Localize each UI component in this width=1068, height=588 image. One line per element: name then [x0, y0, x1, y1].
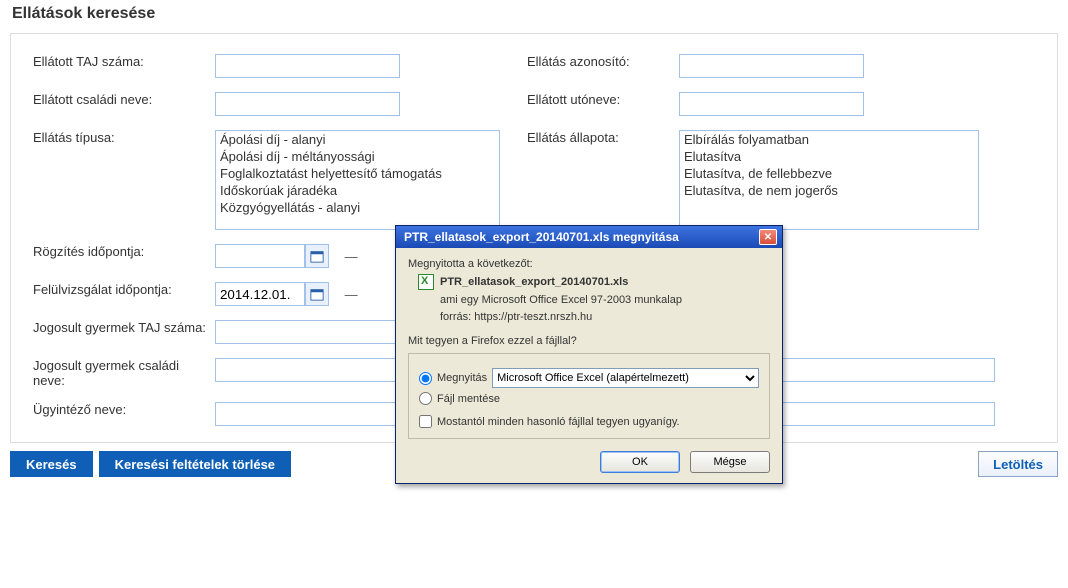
which-is-label: ami egy — [440, 294, 479, 306]
action-group: Megnyitás Microsoft Office Excel (alapér… — [408, 353, 770, 439]
list-item[interactable]: Ápolási díj - alanyi — [216, 131, 499, 148]
tipus-listbox[interactable]: Ápolási díj - alanyi Ápolási díj - méltá… — [215, 130, 500, 230]
source-label: forrás: — [440, 311, 471, 323]
page-title: Ellátások keresése — [10, 5, 1058, 23]
tipus-label: Ellátás típusa: — [33, 130, 115, 145]
xls-icon — [418, 274, 434, 290]
utoneve-input[interactable] — [679, 92, 864, 116]
gyerek-taj-label: Jogosult gyermek TAJ száma: — [33, 320, 206, 335]
list-item[interactable]: Időskorúak járadéka — [216, 182, 499, 199]
remember-label: Mostantól minden hasonló fájllal tegyen … — [437, 416, 680, 428]
gyerek-taj-input[interactable] — [215, 320, 400, 344]
ugyintezo-label: Ügyintéző neve: — [33, 402, 126, 417]
opened-label: Megnyitotta a következőt: — [408, 258, 770, 270]
list-item[interactable]: Közgyógyellátás - alanyi — [216, 199, 499, 216]
dialog-title: PTR_ellatasok_export_20140701.xls megnyi… — [404, 230, 759, 244]
question-label: Mit tegyen a Firefox ezzel a fájllal? — [408, 335, 770, 347]
rogzites-from-input[interactable] — [215, 244, 305, 268]
csaladi-label: Ellátott családi neve: — [33, 92, 152, 107]
save-radio[interactable] — [419, 392, 432, 405]
allapot-label: Ellátás állapota: — [527, 130, 619, 145]
cancel-button[interactable]: Mégse — [690, 451, 770, 473]
clear-button[interactable]: Keresési feltételek törlése — [99, 451, 291, 477]
azonosito-label: Ellátás azonosító: — [527, 54, 630, 69]
source-value: https://ptr-teszt.nrszh.hu — [474, 311, 592, 323]
which-is-value: Microsoft Office Excel 97-2003 munkalap — [482, 294, 682, 306]
list-item[interactable]: Elutasítva, de fellebbezve — [680, 165, 978, 182]
gyerek-csal-label: Jogosult gyermek családi neve: — [33, 358, 179, 388]
csaladi-input[interactable] — [215, 92, 400, 116]
list-item[interactable]: Elutasítva, de nem jogerős — [680, 182, 978, 199]
calendar-icon[interactable] — [305, 244, 329, 268]
list-item[interactable]: Elutasítva — [680, 148, 978, 165]
open-label: Megnyitás — [437, 372, 487, 384]
search-button[interactable]: Keresés — [10, 451, 93, 477]
open-with-select[interactable]: Microsoft Office Excel (alapértelmezett) — [492, 368, 759, 388]
open-radio[interactable] — [419, 372, 432, 385]
utoneve-label: Ellátott utóneve: — [527, 92, 620, 107]
remember-checkbox[interactable] — [419, 415, 432, 428]
rogzites-label: Rögzítés időpontja: — [33, 244, 144, 259]
list-item[interactable]: Foglalkoztatást helyettesítő támogatás — [216, 165, 499, 182]
range-dash: — — [345, 287, 358, 302]
azonosito-input[interactable] — [679, 54, 864, 78]
list-item[interactable]: Ápolási díj - méltányossági — [216, 148, 499, 165]
allapot-listbox[interactable]: Elbírálás folyamatban Elutasítva Elutasí… — [679, 130, 979, 230]
range-dash: — — [345, 249, 358, 264]
filename-text: PTR_ellatasok_export_20140701.xls — [440, 276, 628, 288]
felulvizs-from-input[interactable] — [215, 282, 305, 306]
dialog-titlebar[interactable]: PTR_ellatasok_export_20140701.xls megnyi… — [396, 226, 782, 248]
close-icon[interactable]: ✕ — [759, 229, 777, 245]
save-label: Fájl mentése — [437, 393, 500, 405]
list-item[interactable]: Elbírálás folyamatban — [680, 131, 978, 148]
ok-button[interactable]: OK — [600, 451, 680, 473]
felulvizs-label: Felülvizsgálat időpontja: — [33, 282, 172, 297]
taj-label: Ellátott TAJ száma: — [33, 54, 144, 69]
taj-input[interactable] — [215, 54, 400, 78]
calendar-icon[interactable] — [305, 282, 329, 306]
download-dialog: PTR_ellatasok_export_20140701.xls megnyi… — [395, 225, 783, 484]
download-button[interactable]: Letöltés — [978, 451, 1058, 477]
